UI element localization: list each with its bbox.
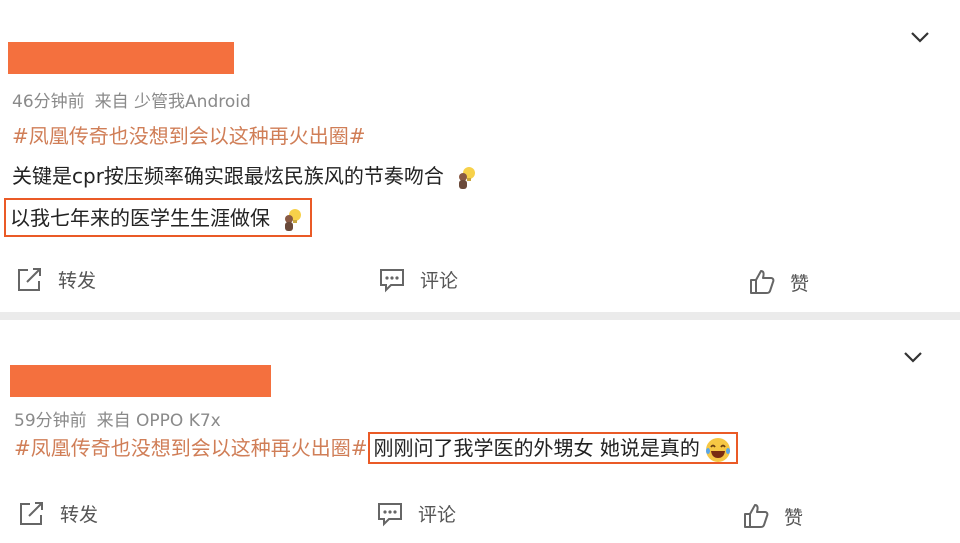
lightbulb-person-emoji-icon (285, 208, 302, 231)
post-text-line: 关键是cpr按压频率确实跟最炫民族风的节奏吻合 (12, 160, 480, 191)
comment-label: 评论 (420, 270, 459, 292)
post-meta: 46分钟前 来自 少管我Android (12, 87, 261, 112)
like-button[interactable]: 赞 (742, 502, 803, 530)
topic-link[interactable]: #凤凰传奇也没想到会以这种再火出圈# (14, 436, 368, 460)
post-time: 46分钟前 (12, 92, 85, 112)
like-label: 赞 (784, 506, 804, 529)
post-text-line: #凤凰传奇也没想到会以这种再火出圈# 刚刚问了我学医的外甥女 她说是真的 (14, 432, 738, 464)
comment-label: 评论 (418, 504, 457, 526)
post-text: 刚刚问了我学医的外甥女 她说是真的 (373, 436, 700, 460)
post-meta: 59分钟前 来自 OPPO K7x (14, 406, 231, 431)
repost-icon (20, 501, 43, 525)
like-label: 赞 (790, 272, 810, 295)
highlighted-text-box: 刚刚问了我学医的外甥女 她说是真的 (367, 432, 738, 464)
post-card-1: 46分钟前 来自 少管我Android #凤凰传奇也没想到会以这种再火出圈# 关键… (0, 0, 960, 312)
redacted-username (8, 42, 234, 74)
thumbs-up-icon (744, 504, 769, 528)
repost-button[interactable]: 转发 (16, 266, 96, 293)
chevron-down-icon[interactable] (909, 26, 931, 48)
comment-icon (378, 502, 402, 526)
like-button[interactable]: 赞 (748, 268, 809, 296)
repost-button[interactable]: 转发 (18, 500, 98, 527)
post-card-2: 59分钟前 来自 OPPO K7x #凤凰传奇也没想到会以这种再火出圈# 刚刚问了我… (0, 320, 960, 543)
repost-icon (18, 267, 41, 291)
repost-label: 转发 (58, 270, 97, 292)
post-time: 59分钟前 (14, 411, 87, 431)
post-text: 关键是cpr按压频率确实跟最炫民族风的节奏吻合 (12, 164, 444, 188)
thumbs-up-icon (750, 270, 775, 294)
comment-button[interactable]: 评论 (376, 500, 456, 527)
laughing-tears-emoji-icon (705, 437, 730, 462)
post-source: 来自 少管我Android (94, 92, 251, 112)
topic-link[interactable]: #凤凰传奇也没想到会以这种再火出圈# (12, 120, 366, 149)
comment-button[interactable]: 评论 (378, 266, 458, 293)
chevron-down-icon[interactable] (902, 346, 924, 368)
lightbulb-person-emoji-icon (459, 166, 476, 189)
post-source: 来自 OPPO K7x (96, 411, 221, 431)
post-text: 以我七年来的医学生生涯做保 (10, 206, 270, 230)
highlighted-text-box: 以我七年来的医学生生涯做保 (4, 198, 313, 237)
redacted-username (10, 365, 271, 397)
comment-icon (380, 268, 404, 292)
repost-label: 转发 (60, 504, 99, 526)
